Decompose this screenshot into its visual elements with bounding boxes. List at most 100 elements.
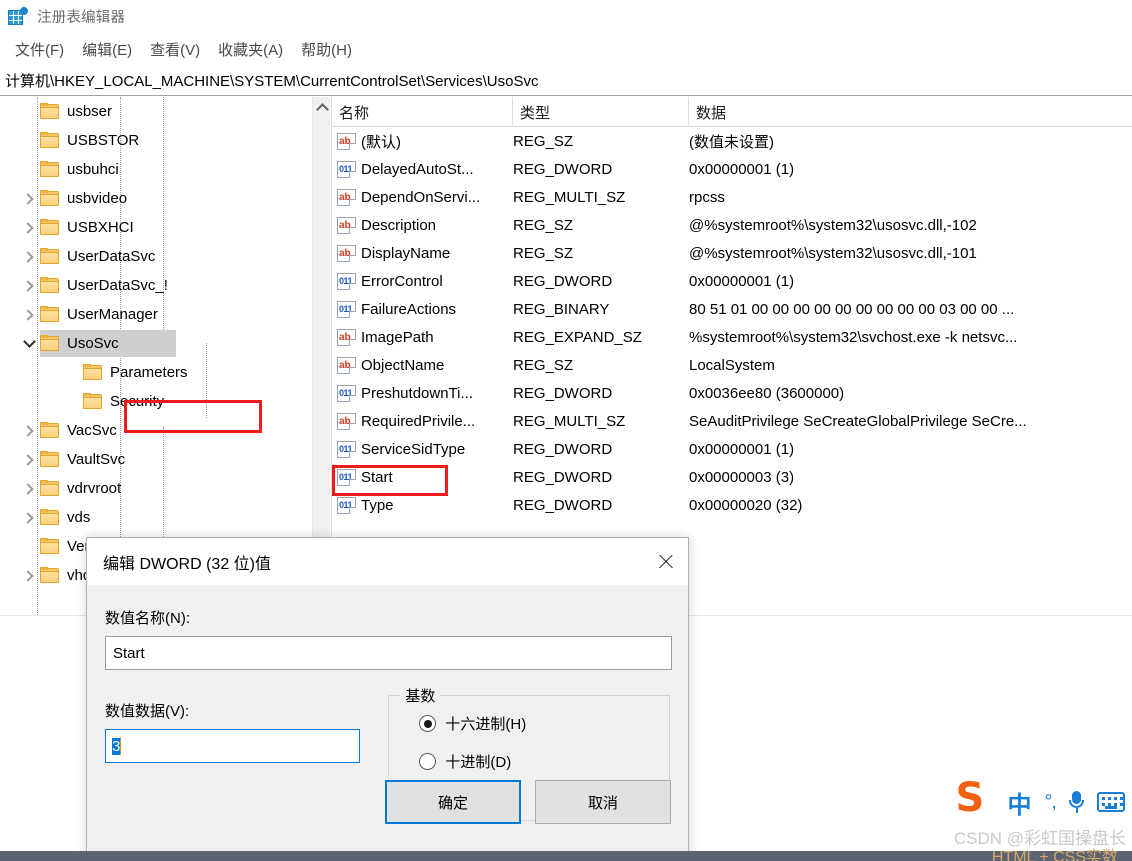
value-type: REG_DWORD [513,384,613,402]
folder-icon [40,103,60,120]
chevron-right-icon[interactable] [18,503,40,532]
table-row[interactable]: ab Description REG_SZ @%systemroot%\system3… [332,211,1132,239]
scroll-up-icon[interactable] [313,97,330,117]
tree-item-label: USBXHCI [67,219,134,236]
column-header-type[interactable]: 类型 [513,97,689,127]
tree-item[interactable]: usbvideo [0,184,312,213]
tree-item[interactable]: vds [0,503,312,532]
ime-toolbar: S 中 °, [955,778,1132,825]
value-name: ObjectName [361,356,445,374]
table-row[interactable]: ab ObjectName REG_SZ LocalSystem [332,351,1132,379]
chevron-right-icon[interactable] [18,184,40,213]
cell-name: ab ObjectName [332,356,513,374]
tree-item[interactable]: usbuhci [0,155,312,184]
folder-icon [40,422,60,439]
chevron-right-icon[interactable] [18,445,40,474]
value-data: SeAuditPrivilege SeCreateGlobalPrivilege… [689,412,1027,430]
column-header-data[interactable]: 数据 [689,97,1132,127]
tree-item-label: VacSvc [67,422,117,439]
dword-value-icon: 011110 [337,272,356,290]
table-row[interactable]: ab RequiredPrivile... REG_MULTI_SZ SeAuditP… [332,407,1132,435]
tree-item[interactable]: Parameters [0,358,312,387]
cell-name: 011110 Start [332,468,513,486]
tree-item[interactable]: Security [0,387,312,416]
menu-edit[interactable]: 编辑(E) [73,37,141,62]
string-value-icon: ab [337,132,356,150]
cancel-button[interactable]: 取消 [535,780,671,824]
column-header-name[interactable]: 名称 [332,97,513,127]
menu-view[interactable]: 查看(V) [141,37,209,62]
value-data: (数值未设置) [689,133,774,151]
tree-item[interactable]: VaultSvc [0,445,312,474]
radio-decimal-icon[interactable] [419,753,437,770]
value-name: ErrorControl [361,272,443,290]
keyboard-icon[interactable] [1097,792,1125,812]
cell-name: 011110 DelayedAutoSt... [332,160,513,178]
registry-editor-icon [7,6,29,27]
cell-name: 011110 ErrorControl [332,272,513,290]
radio-hexadecimal[interactable]: 十六进制(H) [419,713,669,734]
tree-item[interactable]: VacSvc [0,416,312,445]
sogou-logo-icon[interactable]: S [955,778,994,821]
value-type: REG_DWORD [513,496,613,514]
ime-punctuation-icon[interactable]: °, [1044,791,1057,814]
list-body[interactable]: ab (默认) REG_SZ (数值未设置) 011110 DelayedAutoSt..… [332,127,1132,519]
table-row[interactable]: ab DependOnServi... REG_MULTI_SZ rpcss [332,183,1132,211]
tree-item-label: usbvideo [67,190,128,207]
radio-hexadecimal-icon[interactable] [419,715,437,732]
cell-name: ab ImagePath [332,328,513,346]
tree-branch-spacer [61,387,83,416]
cell-name: 011110 PreshutdownTi... [332,384,513,402]
value-name: Start [361,468,393,486]
tree-item[interactable]: usbser [0,97,312,126]
radio-hexadecimal-label: 十六进制(H) [445,716,527,733]
chevron-right-icon[interactable] [18,561,40,590]
chevron-right-icon[interactable] [18,242,40,271]
tree-item[interactable]: USBXHCI [0,213,312,242]
value-type: REG_SZ [513,244,574,262]
tree-item[interactable]: UserDataSvc [0,242,312,271]
string-value-icon: ab [337,356,356,374]
ok-button[interactable]: 确定 [385,780,521,824]
tree-item[interactable]: UserManager [0,300,312,329]
table-row[interactable]: 011110 DelayedAutoSt... REG_DWORD 0x0000000… [332,155,1132,183]
menu-file[interactable]: 文件(F) [6,37,73,62]
tree-item[interactable]: UserDataSvc_! [0,271,312,300]
table-row[interactable]: ab ImagePath REG_EXPAND_SZ %systemroot%\sys… [332,323,1132,351]
chevron-down-icon[interactable] [18,329,40,358]
table-row[interactable]: 011110 Start REG_DWORD 0x00000003 (3) [332,463,1132,491]
table-row[interactable]: 011110 ServiceSidType REG_DWORD 0x00000001 … [332,435,1132,463]
chevron-right-icon[interactable] [18,213,40,242]
chevron-right-icon[interactable] [18,271,40,300]
menu-favorites[interactable]: 收藏夹(A) [209,37,292,62]
address-bar[interactable]: 计算机\HKEY_LOCAL_MACHINE\SYSTEM\CurrentCon… [0,66,1132,96]
value-name: RequiredPrivile... [361,412,476,430]
tree-item[interactable]: UsoSvc [0,329,312,358]
value-type: REG_BINARY [513,300,610,318]
value-name-input[interactable]: Start [105,636,672,670]
chevron-right-icon[interactable] [18,474,40,503]
microphone-icon[interactable] [1069,790,1084,814]
value-type: REG_DWORD [513,440,613,458]
value-type: REG_SZ [513,216,574,234]
radio-decimal[interactable]: 十进制(D) [419,751,669,772]
table-row[interactable]: 011110 FailureActions REG_BINARY 80 51 01 0… [332,295,1132,323]
table-row[interactable]: 011110 PreshutdownTi... REG_DWORD 0x0036ee8… [332,379,1132,407]
value-data: 0x00000001 (1) [689,440,795,458]
table-row[interactable]: 011110 Type REG_DWORD 0x00000020 (32) [332,491,1132,519]
value-data-input[interactable]: 3 [105,729,360,763]
ime-mode-label[interactable]: 中 [1007,785,1031,820]
value-data: 80 51 01 00 00 00 00 00 00 00 00 00 03 0… [689,300,1015,318]
table-row[interactable]: 011110 ErrorControl REG_DWORD 0x00000001 (1… [332,267,1132,295]
chevron-right-icon[interactable] [18,300,40,329]
table-row[interactable]: ab DisplayName REG_SZ @%systemroot%\system3… [332,239,1132,267]
table-row[interactable]: ab (默认) REG_SZ (数值未设置) [332,127,1132,155]
string-value-icon: ab [337,244,356,262]
tree-item-label: usbuhci [67,161,119,178]
close-icon[interactable] [642,538,688,584]
chevron-right-icon[interactable] [18,416,40,445]
tree-item[interactable]: USBSTOR [0,126,312,155]
folder-icon [40,335,60,352]
tree-item[interactable]: vdrvroot [0,474,312,503]
menu-help[interactable]: 帮助(H) [292,37,361,62]
